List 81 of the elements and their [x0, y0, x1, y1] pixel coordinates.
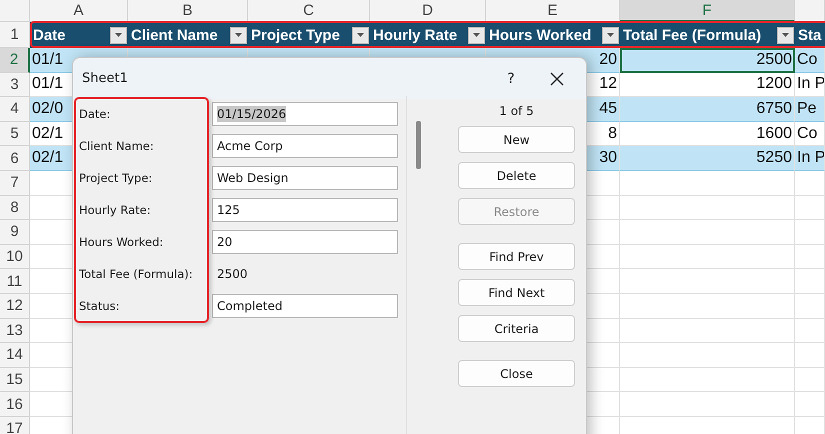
filter-dropdown-button[interactable]: [352, 26, 369, 44]
field-label: Hours Worked:: [79, 235, 164, 249]
table-cell: [795, 170, 825, 196]
field-label: Date:: [79, 107, 112, 121]
table-header-cell: Sta: [798, 26, 822, 44]
row-header[interactable]: 3: [0, 72, 30, 98]
input-field[interactable]: 20: [212, 230, 398, 254]
table-header-cell: Total Fee (Formula): [623, 26, 762, 44]
dialog-button[interactable]: Delete: [458, 162, 575, 189]
field-label: Total Fee (Formula):: [79, 267, 194, 281]
dropdown-arrow-icon: [782, 33, 789, 37]
dialog-button[interactable]: Find Next: [458, 279, 575, 306]
column-header[interactable]: B: [128, 0, 248, 22]
table-cell: [795, 343, 825, 368]
dropdown-arrow-icon: [473, 33, 480, 37]
row-header[interactable]: 12: [0, 294, 30, 319]
table-header-cell: Client Name: [131, 26, 218, 44]
row-header[interactable]: 6: [0, 146, 30, 171]
field-label: Hourly Rate:: [79, 203, 152, 217]
table-cell: [795, 220, 825, 245]
scrollbar-thumb[interactable]: [416, 121, 421, 169]
column-header[interactable]: A: [30, 0, 128, 22]
row-header[interactable]: 7: [0, 170, 30, 196]
row-header[interactable]: 1: [0, 22, 30, 48]
field-label: Status:: [79, 299, 121, 313]
row-header[interactable]: 8: [0, 196, 30, 220]
table-cell: Co: [795, 48, 825, 73]
column-header[interactable]: F: [620, 0, 795, 22]
table-header-cell: Project Type: [251, 26, 340, 44]
field-value: 2500: [216, 267, 248, 281]
row-header[interactable]: 10: [0, 244, 30, 270]
row-header[interactable]: 2: [0, 48, 30, 73]
filter-dropdown-button[interactable]: [777, 26, 794, 44]
column-header[interactable]: [795, 0, 825, 22]
table-cell: [795, 196, 825, 220]
close-icon[interactable]: [550, 72, 564, 86]
dialog-button[interactable]: Close: [458, 360, 575, 387]
row-header[interactable]: 15: [0, 368, 30, 392]
row-header[interactable]: 14: [0, 343, 30, 368]
filter-dropdown-button[interactable]: [230, 26, 247, 44]
field-label: Project Type:: [79, 171, 154, 185]
row-header[interactable]: 13: [0, 318, 30, 344]
dropdown-arrow-icon: [607, 33, 614, 37]
table-cell: 5250: [620, 146, 795, 171]
row-header[interactable]: 11: [0, 269, 30, 294]
table-cell: 6750: [620, 97, 795, 122]
table-cell: 2500: [620, 48, 795, 73]
input-field[interactable]: 125: [212, 198, 398, 222]
filter-dropdown-button[interactable]: [110, 26, 127, 44]
table-cell: [795, 368, 825, 392]
dropdown-arrow-icon: [115, 33, 122, 37]
help-button[interactable]: ?: [498, 70, 524, 86]
row-header[interactable]: 4: [0, 97, 30, 122]
table-cell: Pe: [795, 97, 825, 122]
table-cell: [795, 244, 825, 270]
table-cell: [795, 294, 825, 319]
column-header[interactable]: E: [486, 0, 620, 22]
table-cell: [795, 318, 825, 344]
input-field[interactable]: Acme Corp: [212, 134, 398, 158]
dialog-button[interactable]: Find Prev: [458, 243, 575, 270]
row-header[interactable]: 9: [0, 220, 30, 245]
column-header[interactable]: C: [248, 0, 370, 22]
dialog-button[interactable]: New: [458, 126, 575, 153]
row-header[interactable]: 17: [0, 416, 30, 434]
input-field[interactable]: 01/15/2026: [212, 102, 398, 126]
dropdown-arrow-icon: [357, 33, 364, 37]
input-field[interactable]: Web Design: [212, 166, 398, 190]
row-header[interactable]: 16: [0, 392, 30, 417]
table-header-cell: Hours Worked: [489, 26, 592, 44]
table-header-cell: Date: [33, 26, 66, 44]
filter-dropdown-button[interactable]: [602, 26, 619, 44]
table-header-cell: Hourly Rate: [373, 26, 458, 44]
row-header[interactable]: 5: [0, 122, 30, 146]
window-title: Sheet1: [82, 71, 129, 86]
input-field[interactable]: Completed: [212, 294, 398, 318]
column-header[interactable]: D: [370, 0, 486, 22]
record-counter: 1 of 5: [499, 103, 534, 120]
dropdown-arrow-icon: [235, 33, 242, 37]
filter-dropdown-button[interactable]: [468, 26, 485, 44]
dialog-button[interactable]: Criteria: [458, 315, 575, 342]
table-cell: [795, 269, 825, 294]
